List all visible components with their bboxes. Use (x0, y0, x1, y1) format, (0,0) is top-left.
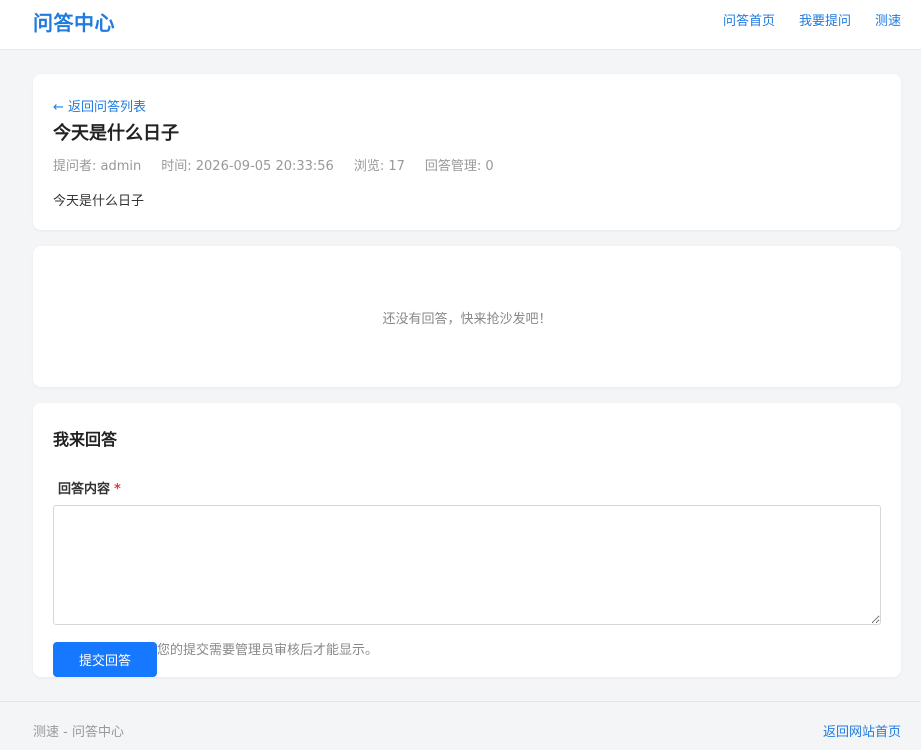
back-to-list-link[interactable]: ← 返回问答列表 (53, 96, 146, 115)
answers-card: 还没有回答，快来抢沙发吧！ (33, 246, 901, 387)
top-nav: 问答首页 我要提问 测速 (723, 10, 901, 29)
top-header: 问答中心 问答首页 我要提问 测速 (0, 0, 921, 50)
nav-link-speedtest[interactable]: 测速 (875, 10, 901, 29)
question-body: 今天是什么日子 (53, 194, 145, 209)
question-card: ← 返回问答列表 今天是什么日子 提问者: admin 时间: 2026-09-… (33, 74, 901, 230)
site-brand[interactable]: 问答中心 (33, 7, 115, 36)
question-meta: 提问者: admin 时间: 2026-09-05 20:33:56 浏览: 1… (53, 155, 494, 174)
question-title: 今天是什么日子 (53, 123, 179, 144)
footer-text: 测速 - 问答中心 (33, 725, 124, 740)
submit-answer-button[interactable]: 提交回答 (53, 642, 157, 677)
answer-content-label: 回答内容 * (58, 478, 121, 497)
page-footer: 测速 - 问答中心 返回网站首页 (0, 701, 921, 750)
answer-form-card: 我来回答 回答内容 * 您的提交需要管理员审核后才能显示。 提交回答 (33, 403, 901, 677)
answer-content-input[interactable] (53, 505, 881, 625)
required-mark: * (114, 482, 121, 497)
question-author: 提问者: admin (53, 159, 142, 174)
answer-form-title: 我来回答 (53, 430, 118, 449)
question-views: 浏览: 17 (353, 159, 405, 174)
question-time: 时间: 2026-09-05 20:33:56 (161, 159, 334, 174)
moderation-note: 您的提交需要管理员审核后才能显示。 (157, 643, 379, 658)
answer-content-label-text: 回答内容 (58, 482, 111, 497)
nav-link-qa-home[interactable]: 问答首页 (723, 10, 775, 29)
empty-answers-message: 还没有回答，快来抢沙发吧！ (382, 312, 552, 327)
nav-link-ask-question[interactable]: 我要提问 (799, 10, 851, 29)
back-to-site-home-link[interactable]: 返回网站首页 (823, 721, 901, 740)
answer-manage-count: 回答管理: 0 (424, 159, 494, 174)
